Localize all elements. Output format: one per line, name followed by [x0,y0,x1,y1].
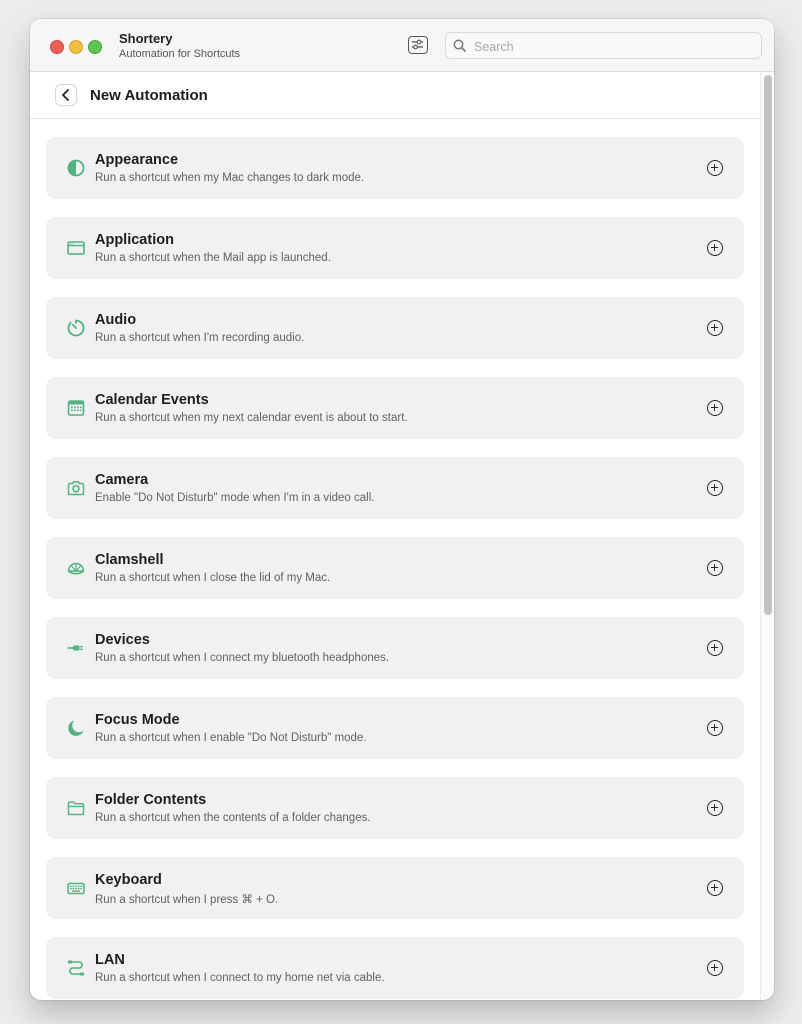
clamshell-icon [67,562,85,575]
automation-card-devices[interactable]: Devices Run a shortcut when I connect my… [46,617,744,679]
connector-icon [67,645,83,651]
automation-description: Run a shortcut when the contents of a fo… [95,812,371,824]
close-window-button[interactable] [50,40,64,54]
automation-title: Folder Contents [95,792,207,808]
automation-title: Application [95,232,174,248]
automation-description: Run a shortcut when I enable "Do Not Dis… [95,732,367,744]
chevron-left-icon [62,89,69,101]
search-input[interactable] [472,37,756,57]
folder-icon [67,801,85,816]
add-circle-icon[interactable] [707,880,723,896]
back-button[interactable] [55,84,77,106]
automation-card-camera[interactable]: Camera Enable "Do Not Disturb" mode when… [46,457,744,519]
sliders-icon [412,39,423,50]
audio-timer-icon [67,319,85,337]
automation-title: Devices [95,632,150,648]
automation-title: Keyboard [95,872,162,888]
app-window-icon [67,241,85,255]
search-icon [453,39,466,52]
add-circle-icon[interactable] [707,560,723,576]
automation-title: Appearance [95,152,179,168]
moon-icon [68,720,84,736]
automation-description: Run a shortcut when I close the lid of m… [95,572,331,584]
automation-description: Run a shortcut when I connect my bluetoo… [95,652,390,664]
app-subtitle: Automation for Shortcuts [119,48,241,60]
minimize-window-button[interactable] [69,40,83,54]
automation-title: Audio [95,312,137,328]
automation-card-lan[interactable]: LAN Run a shortcut when I connect to my … [46,937,744,999]
automation-title: Clamshell [95,552,164,568]
camera-icon [67,481,85,496]
add-circle-icon[interactable] [707,240,723,256]
search-field[interactable] [445,32,762,59]
automation-description: Run a shortcut when my next calendar eve… [95,412,408,424]
automation-title: Camera [95,472,149,488]
app-title: Shortery [119,31,173,46]
automation-card-focus-mode[interactable]: Focus Mode Run a shortcut when I enable … [46,697,744,759]
add-circle-icon[interactable] [707,400,723,416]
automation-description: Enable "Do Not Disturb" mode when I'm in… [95,492,375,504]
automation-card-audio[interactable]: Audio Run a shortcut when I'm recording … [46,297,744,359]
add-circle-icon[interactable] [707,800,723,816]
automation-card-application[interactable]: Application Run a shortcut when the Mail… [46,217,744,279]
add-circle-icon[interactable] [707,720,723,736]
filter-settings-button[interactable] [408,36,428,54]
automation-card-appearance[interactable]: Appearance Run a shortcut when my Mac ch… [46,137,744,199]
zoom-window-button[interactable] [88,40,102,54]
add-circle-icon[interactable] [707,960,723,976]
page-title: New Automation [90,87,208,104]
cable-icon [68,960,84,976]
automation-title: LAN [95,952,125,968]
automation-title: Calendar Events [95,392,209,408]
add-circle-icon[interactable] [707,480,723,496]
automation-description: Run a shortcut when I press ⌘ + O. [95,894,279,906]
automation-list: Appearance Run a shortcut when my Mac ch… [46,137,744,1000]
automation-description: Run a shortcut when the Mail app is laun… [95,252,331,264]
add-circle-icon[interactable] [707,160,723,176]
app-window: Shortery Automation for Shortcuts New Au… [30,19,774,1000]
add-circle-icon[interactable] [707,320,723,336]
automation-card-folder-contents[interactable]: Folder Contents Run a shortcut when the … [46,777,744,839]
automation-card-calendar-events[interactable]: Calendar Events Run a shortcut when my n… [46,377,744,439]
calendar-icon [67,400,85,416]
scrollbar[interactable] [760,72,774,1000]
half-circle-icon [67,159,85,177]
page-header: New Automation [30,72,760,119]
keyboard-icon [67,882,85,895]
automation-description: Run a shortcut when I'm recording audio. [95,332,305,344]
automation-title: Focus Mode [95,712,180,728]
scrollbar-thumb[interactable] [764,75,772,615]
automation-card-clamshell[interactable]: Clamshell Run a shortcut when I close th… [46,537,744,599]
automation-description: Run a shortcut when I connect to my home… [95,972,385,984]
automation-description: Run a shortcut when my Mac changes to da… [95,172,365,184]
titlebar: Shortery Automation for Shortcuts [30,19,774,72]
automation-card-keyboard[interactable]: Keyboard Run a shortcut when I press ⌘ +… [46,857,744,919]
add-circle-icon[interactable] [707,640,723,656]
